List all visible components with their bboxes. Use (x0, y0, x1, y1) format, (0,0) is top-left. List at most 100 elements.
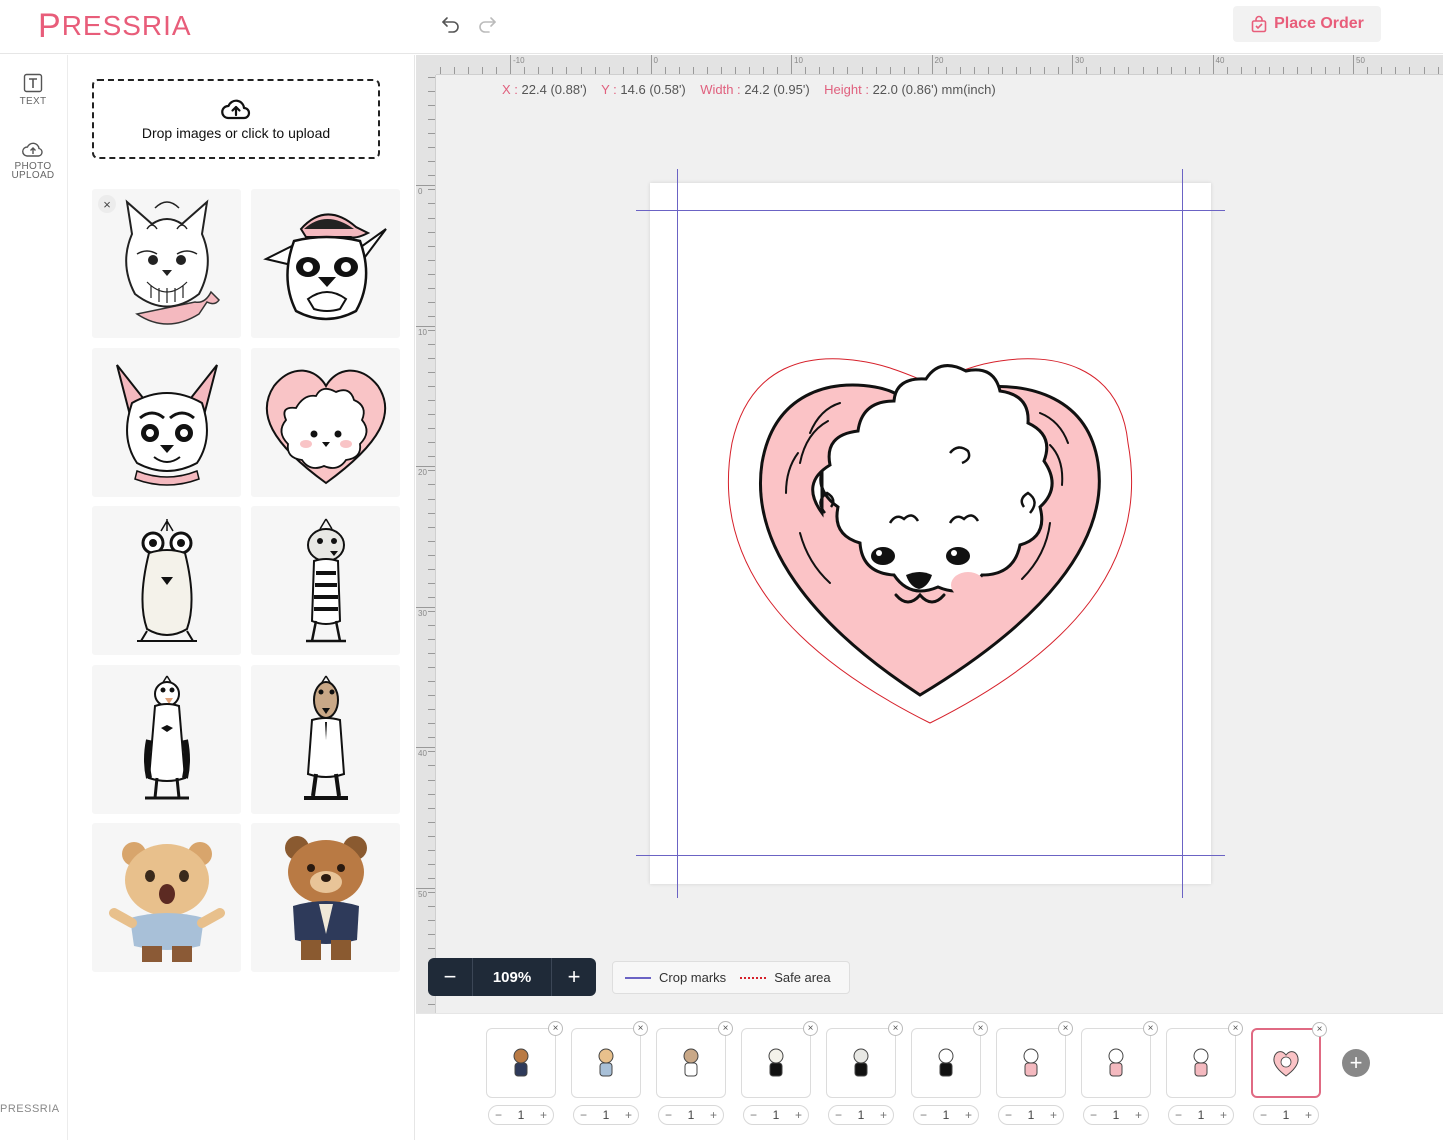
remove-slot-button[interactable]: × (548, 1021, 563, 1036)
design-slot-card[interactable]: × (656, 1021, 733, 1098)
ruler-minor-tick (861, 67, 863, 74)
text-tool[interactable]: TEXT (0, 73, 66, 107)
ruler-minor-tick (1297, 67, 1299, 74)
ruler-minor-tick (847, 67, 849, 74)
quantity-value[interactable]: 1 (518, 1108, 525, 1122)
quantity-value[interactable]: 1 (943, 1108, 950, 1122)
quantity-value[interactable]: 1 (1283, 1108, 1290, 1122)
zoom-in-button[interactable]: + (552, 958, 596, 996)
ruler-left-label: 40 (418, 749, 427, 758)
quantity-decrease-button[interactable]: − (1090, 1108, 1097, 1122)
ruler-left-label: 30 (418, 608, 427, 618)
quantity-decrease-button[interactable]: − (580, 1108, 587, 1122)
photo-upload-label-2: UPLOAD (11, 170, 55, 181)
quantity-value[interactable]: 1 (603, 1108, 610, 1122)
quantity-value[interactable]: 1 (1028, 1108, 1035, 1122)
quantity-increase-button[interactable]: + (965, 1108, 972, 1122)
design-slot-card[interactable]: × (911, 1021, 988, 1098)
zoom-out-button[interactable]: − (428, 958, 472, 996)
quantity-increase-button[interactable]: + (1135, 1108, 1142, 1122)
ruler-minor-tick (678, 67, 680, 74)
undo-button[interactable] (440, 12, 462, 36)
crop-mark-top (636, 210, 1225, 211)
ruler-top-label: -10 (513, 56, 525, 65)
ruler-left-label: 20 (418, 468, 427, 477)
gallery-thumb-chihuahua-collar[interactable] (92, 348, 241, 497)
sticker-page[interactable] (636, 169, 1225, 898)
quantity-value[interactable]: 1 (858, 1108, 865, 1122)
quantity-value[interactable]: 1 (773, 1108, 780, 1122)
remove-slot-button[interactable]: × (633, 1021, 648, 1036)
ruler-major-tick (416, 185, 435, 186)
upload-dropzone[interactable]: Drop images or click to upload (92, 79, 380, 159)
gallery-thumb-suit-dog[interactable] (251, 665, 400, 814)
place-order-button[interactable]: Place Order (1233, 6, 1381, 42)
quantity-increase-button[interactable]: + (880, 1108, 887, 1122)
quantity-increase-button[interactable]: + (1050, 1108, 1057, 1122)
quantity-decrease-button[interactable]: − (750, 1108, 757, 1122)
ruler-minor-tick (428, 470, 435, 472)
quantity-increase-button[interactable]: + (540, 1108, 547, 1122)
crop-marks-swatch (625, 976, 651, 979)
design-slot-card[interactable]: × (826, 1021, 903, 1098)
design-slot-card[interactable]: × (1081, 1021, 1158, 1098)
ruler-left-label: 50 (418, 889, 427, 899)
design-slot-card[interactable]: × (741, 1021, 818, 1098)
gallery-thumb-shocked-bear[interactable] (92, 823, 241, 972)
ruler-minor-tick (1044, 67, 1046, 74)
quantity-increase-button[interactable]: + (710, 1108, 717, 1122)
gallery-thumb-glasses-dog[interactable] (92, 506, 241, 655)
ruler-major-tick (416, 887, 435, 889)
photo-upload-tool[interactable]: PHOTO UPLOAD (0, 141, 66, 181)
remove-slot-button[interactable]: × (718, 1021, 733, 1036)
remove-slot-button[interactable]: × (973, 1021, 988, 1036)
design-slot-card[interactable]: × (996, 1021, 1073, 1098)
remove-slot-button[interactable]: × (1058, 1021, 1073, 1036)
ruler-minor-tick (428, 877, 435, 879)
ruler-minor-tick (428, 329, 435, 331)
remove-slot-button[interactable]: × (1143, 1021, 1158, 1036)
quantity-value[interactable]: 1 (688, 1108, 695, 1122)
gallery-thumb-bulldog-cap[interactable] (251, 189, 400, 338)
remove-slot-button[interactable]: × (803, 1021, 818, 1036)
gallery-thumb-suit-bear[interactable] (251, 823, 400, 972)
ruler-minor-tick (428, 934, 435, 936)
design-slot-card[interactable]: × (1251, 1022, 1327, 1098)
quantity-decrease-button[interactable]: − (1005, 1108, 1012, 1122)
quantity-value[interactable]: 1 (1113, 1108, 1120, 1122)
quantity-value[interactable]: 1 (1198, 1108, 1205, 1122)
add-design-button[interactable]: + (1342, 1049, 1370, 1077)
gallery-thumb-poodle-heart[interactable] (251, 348, 400, 497)
design-slot-card[interactable]: × (486, 1021, 563, 1098)
quantity-increase-button[interactable]: + (625, 1108, 632, 1122)
quantity-decrease-button[interactable]: − (920, 1108, 927, 1122)
gallery-thumb-zebra-dog[interactable] (251, 506, 400, 655)
poodle-heart-sticker[interactable] (650, 183, 1211, 884)
gallery-thumb-tuxedo-dog[interactable] (92, 665, 241, 814)
design-slot-card[interactable]: × (1166, 1021, 1243, 1098)
quantity-decrease-button[interactable]: − (495, 1108, 502, 1122)
quantity-increase-button[interactable]: + (1220, 1108, 1227, 1122)
quantity-increase-button[interactable]: + (795, 1108, 802, 1122)
ruler-minor-tick (428, 498, 435, 500)
ruler-minor-tick (1142, 67, 1144, 74)
design-slot: × − 1 + (1081, 1021, 1158, 1125)
remove-slot-button[interactable]: × (1228, 1021, 1243, 1036)
remove-slot-button[interactable]: × (888, 1021, 903, 1036)
ruler-minor-tick (428, 639, 435, 640)
ruler-minor-tick (1156, 67, 1158, 74)
quantity-increase-button[interactable]: + (1305, 1108, 1312, 1122)
gallery-thumb-yorkie-dog[interactable]: × (92, 189, 241, 338)
remove-slot-button[interactable]: × (1312, 1022, 1327, 1037)
design-canvas-area[interactable]: -10 0 10 20 30 40 50 0 10 20 30 40 50 X : 22.4 (0.8… (416, 55, 1443, 1013)
quantity-decrease-button[interactable]: − (1260, 1108, 1267, 1122)
quantity-decrease-button[interactable]: − (1175, 1108, 1182, 1122)
ruler-minor-tick (749, 67, 751, 74)
remove-thumb-button[interactable]: × (98, 195, 116, 213)
quantity-decrease-button[interactable]: − (835, 1108, 842, 1122)
design-slot-card[interactable]: × (571, 1021, 648, 1098)
quantity-decrease-button[interactable]: − (665, 1108, 672, 1122)
pressria-logo[interactable]: P RESSRIA (38, 6, 192, 46)
quantity-stepper: − 1 + (743, 1105, 809, 1125)
redo-button[interactable] (476, 12, 498, 36)
